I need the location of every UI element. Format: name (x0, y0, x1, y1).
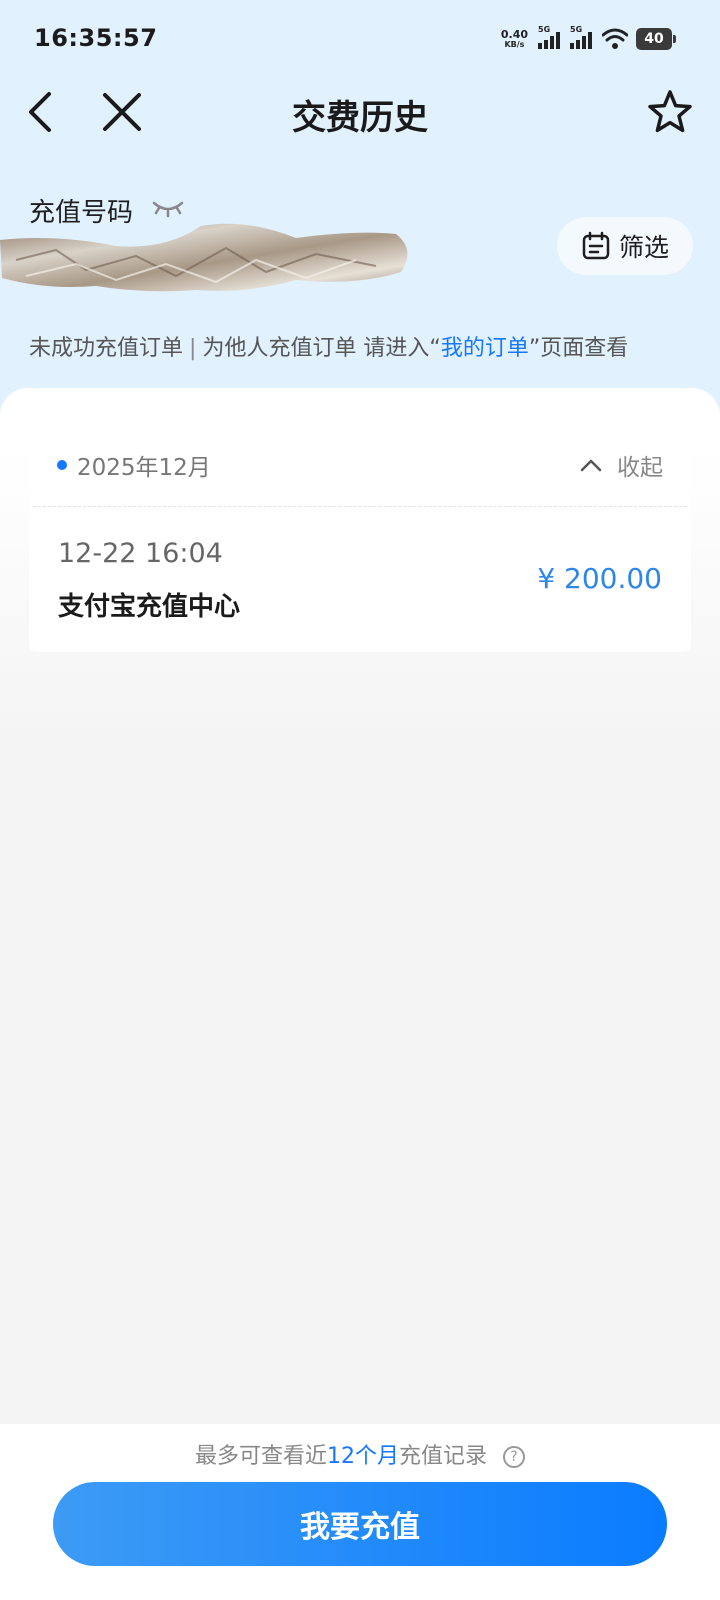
redacted-phone-number (0, 223, 408, 292)
sim1-label: 5G (538, 25, 551, 34)
battery-icon: 40 (636, 28, 676, 50)
signal-icon: 5G (570, 25, 596, 51)
divider (33, 506, 687, 507)
wifi-icon (602, 28, 628, 49)
status-bar: 16:35:57 0.40 KB/s 5G 5G 40 (0, 0, 720, 80)
network-speed-unit: KB/s (504, 40, 525, 49)
record-time: 12-22 16:04 (58, 538, 223, 569)
month-group-card: 2025年12月 收起 12-22 16:04 支付宝充值中心 ¥ 200.00 (29, 430, 691, 652)
notice-part3: ”页面查看 (528, 336, 629, 361)
my-orders-link[interactable]: 我的订单 (441, 336, 529, 361)
footer: 最多可查看近12个月充值记录? 我要充值 (0, 1424, 720, 1600)
notice-text: 未成功充值订单 | 为他人充值订单 请进入“我的订单”页面查看 (29, 330, 628, 362)
notice-part1: 未成功充值订单 (29, 336, 184, 361)
filter-label: 筛选 (618, 233, 669, 262)
footer-note-suffix: 充值记录 (399, 1444, 488, 1469)
eye-closed-icon[interactable] (152, 198, 184, 218)
collapse-button[interactable]: 收起 (579, 448, 663, 482)
collapse-label: 收起 (617, 455, 663, 481)
calendar-filter-icon (582, 231, 610, 260)
star-icon[interactable] (646, 88, 694, 136)
month-dot-icon (57, 460, 67, 470)
footer-note: 最多可查看近12个月充值记录? (0, 1438, 720, 1470)
month-label: 2025年12月 (77, 455, 211, 481)
network-speed: 0.40 KB/s (501, 29, 528, 49)
recharge-button[interactable]: 我要充值 (53, 1482, 667, 1566)
filter-button[interactable]: 筛选 (557, 217, 693, 275)
footer-note-highlight: 12个月 (327, 1444, 399, 1469)
network-speed-value: 0.40 (500, 28, 528, 41)
chevron-up-icon (580, 459, 602, 472)
signal-icon: 5G (538, 25, 564, 51)
status-icons: 0.40 KB/s 5G 5G 40 (501, 25, 676, 52)
status-time: 16:35:57 (34, 24, 158, 52)
page-title: 交费历史 (292, 98, 428, 138)
help-icon[interactable]: ? (503, 1446, 526, 1468)
sim2-label: 5G (570, 25, 583, 34)
record-name: 支付宝充值中心 (58, 592, 241, 622)
record-amount: ¥ 200.00 (537, 562, 662, 595)
footer-note-prefix: 最多可查看近 (194, 1444, 327, 1469)
notice-part2: 为他人充值订单 请进入“ (202, 336, 441, 361)
notice-separator: | (189, 336, 197, 361)
